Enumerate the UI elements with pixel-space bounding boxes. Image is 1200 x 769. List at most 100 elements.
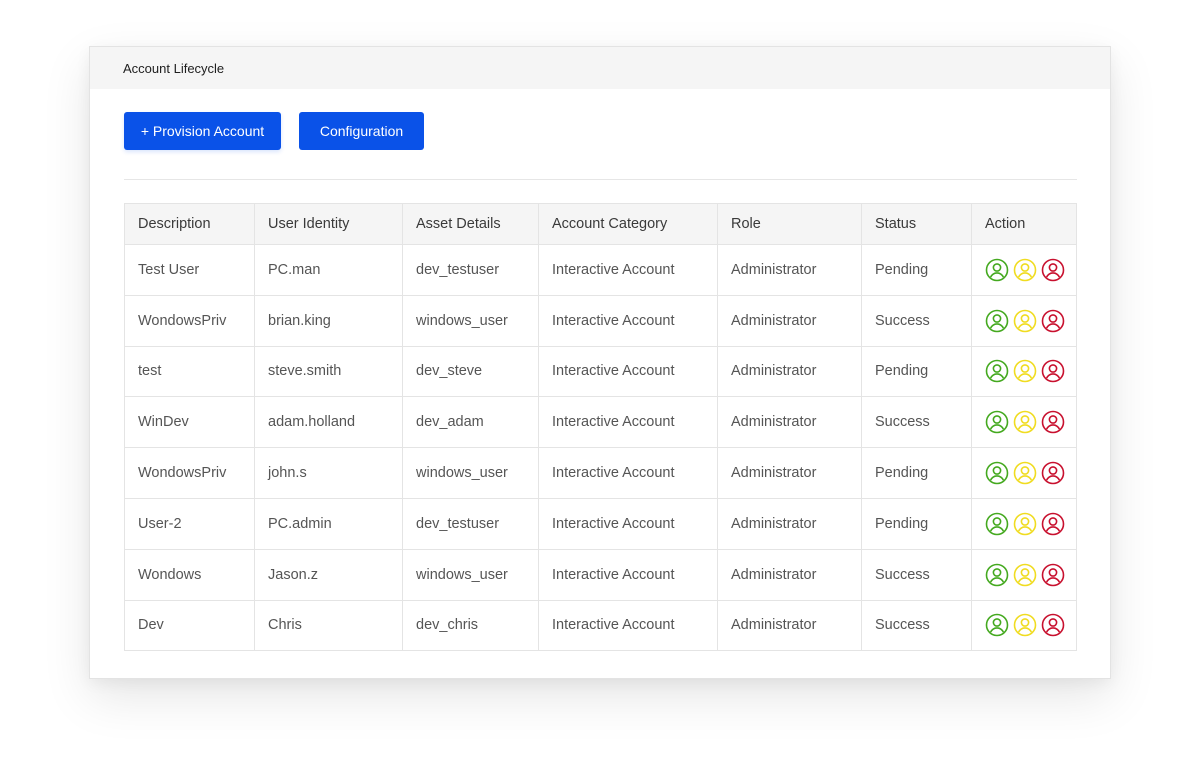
user-approve-icon[interactable]: [985, 512, 1009, 536]
user-reject-icon[interactable]: [1041, 461, 1065, 485]
cell-role: Administrator: [717, 497, 862, 550]
cell-description: Dev: [124, 599, 255, 652]
cell-action: [971, 447, 1077, 499]
action-icons: [985, 309, 1065, 333]
cell-role: Administrator: [717, 244, 862, 296]
action-icons: [985, 359, 1065, 383]
configuration-button[interactable]: Configuration: [299, 112, 424, 150]
cell-account-category: Interactive Account: [538, 548, 718, 601]
user-pending-icon[interactable]: [1013, 258, 1037, 282]
column-header-description[interactable]: Description: [124, 203, 255, 245]
cell-description: Wondows: [124, 548, 255, 601]
provision-account-button[interactable]: + Provision Account: [124, 112, 281, 150]
column-header-asset-details[interactable]: Asset Details: [402, 203, 539, 245]
cell-action: [971, 599, 1077, 652]
user-approve-icon[interactable]: [985, 359, 1009, 383]
table-row[interactable]: WondowsPriv john.s windows_user Interactive…: [124, 447, 1077, 499]
user-approve-icon[interactable]: [985, 613, 1009, 637]
action-icons: [985, 613, 1065, 637]
cell-status: Success: [861, 294, 972, 347]
cell-asset-details: windows_user: [402, 447, 539, 499]
user-approve-icon[interactable]: [985, 563, 1009, 587]
cell-status: Pending: [861, 244, 972, 296]
cell-asset-details: windows_user: [402, 294, 539, 347]
user-reject-icon[interactable]: [1041, 613, 1065, 637]
user-approve-icon[interactable]: [985, 309, 1009, 333]
cell-role: Administrator: [717, 294, 862, 347]
table-header-row: Description User Identity Asset Details …: [124, 203, 1077, 245]
cell-account-category: Interactive Account: [538, 244, 718, 296]
user-reject-icon[interactable]: [1041, 309, 1065, 333]
column-header-role[interactable]: Role: [717, 203, 862, 245]
cell-action: [971, 244, 1077, 296]
accounts-table: Description User Identity Asset Details …: [124, 203, 1077, 652]
user-pending-icon[interactable]: [1013, 410, 1037, 434]
cell-asset-details: dev_chris: [402, 599, 539, 652]
cell-status: Pending: [861, 497, 972, 550]
cell-user-identity: steve.smith: [254, 345, 403, 398]
cell-role: Administrator: [717, 447, 862, 499]
column-header-action: Action: [971, 203, 1077, 245]
cell-description: WondowsPriv: [124, 294, 255, 347]
panel-header: Account Lifecycle: [90, 47, 1110, 89]
cell-asset-details: dev_testuser: [402, 497, 539, 550]
cell-account-category: Interactive Account: [538, 294, 718, 347]
user-reject-icon[interactable]: [1041, 359, 1065, 383]
action-icons: [985, 563, 1065, 587]
cell-action: [971, 396, 1077, 449]
user-reject-icon[interactable]: [1041, 258, 1065, 282]
cell-account-category: Interactive Account: [538, 447, 718, 499]
user-pending-icon[interactable]: [1013, 563, 1037, 587]
column-header-user-identity[interactable]: User Identity: [254, 203, 403, 245]
cell-asset-details: dev_testuser: [402, 244, 539, 296]
user-reject-icon[interactable]: [1041, 563, 1065, 587]
table-row[interactable]: WinDev adam.holland dev_adam Interactive Ac…: [124, 396, 1077, 449]
user-pending-icon[interactable]: [1013, 461, 1037, 485]
cell-status: Pending: [861, 447, 972, 499]
cell-user-identity: Jason.z: [254, 548, 403, 601]
column-header-account-category[interactable]: Account Category: [538, 203, 718, 245]
cell-role: Administrator: [717, 599, 862, 652]
table-row[interactable]: User-2 PC.admin dev_testuser Interactive Ac…: [124, 497, 1077, 550]
user-reject-icon[interactable]: [1041, 410, 1065, 434]
user-pending-icon[interactable]: [1013, 359, 1037, 383]
cell-asset-details: dev_steve: [402, 345, 539, 398]
user-pending-icon[interactable]: [1013, 309, 1037, 333]
toolbar-divider: [124, 179, 1077, 180]
user-pending-icon[interactable]: [1013, 512, 1037, 536]
cell-description: test: [124, 345, 255, 398]
column-header-status[interactable]: Status: [861, 203, 972, 245]
cell-account-category: Interactive Account: [538, 497, 718, 550]
cell-user-identity: Chris: [254, 599, 403, 652]
table-body: Test User PC.man dev_testuser Interactive A…: [124, 244, 1077, 652]
cell-user-identity: john.s: [254, 447, 403, 499]
action-icons: [985, 461, 1065, 485]
table-row[interactable]: Test User PC.man dev_testuser Interactive A…: [124, 244, 1077, 296]
cell-asset-details: dev_adam: [402, 396, 539, 449]
cell-role: Administrator: [717, 548, 862, 601]
cell-action: [971, 497, 1077, 550]
table-row[interactable]: Wondows Jason.z windows_user Interactive Ac…: [124, 548, 1077, 601]
account-lifecycle-panel: Account Lifecycle + Provision Account Co…: [89, 46, 1111, 679]
cell-asset-details: windows_user: [402, 548, 539, 601]
user-reject-icon[interactable]: [1041, 512, 1065, 536]
cell-action: [971, 345, 1077, 398]
cell-description: WinDev: [124, 396, 255, 449]
user-approve-icon[interactable]: [985, 410, 1009, 434]
action-icons: [985, 410, 1065, 434]
cell-action: [971, 294, 1077, 347]
cell-status: Success: [861, 548, 972, 601]
table-row[interactable]: WondowsPriv brian.king windows_user Interac…: [124, 294, 1077, 347]
panel-title: Account Lifecycle: [123, 61, 225, 76]
cell-status: Pending: [861, 345, 972, 398]
cell-account-category: Interactive Account: [538, 345, 718, 398]
user-approve-icon[interactable]: [985, 461, 1009, 485]
user-pending-icon[interactable]: [1013, 613, 1037, 637]
cell-user-identity: brian.king: [254, 294, 403, 347]
table-row[interactable]: Dev Chris dev_chris Interactive Account Admi…: [124, 599, 1077, 652]
cell-status: Success: [861, 599, 972, 652]
user-approve-icon[interactable]: [985, 258, 1009, 282]
cell-account-category: Interactive Account: [538, 599, 718, 652]
cell-role: Administrator: [717, 396, 862, 449]
table-row[interactable]: test steve.smith dev_steve Interactive Acco…: [124, 345, 1077, 398]
